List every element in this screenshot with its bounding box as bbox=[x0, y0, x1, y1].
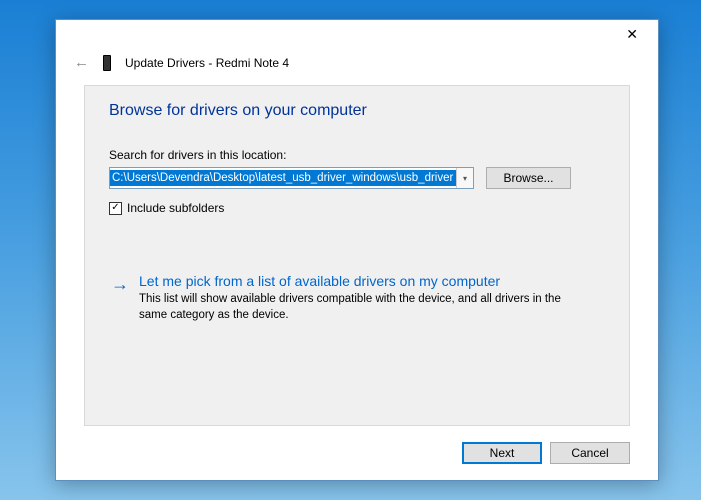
pick-title: Let me pick from a list of available dri… bbox=[139, 273, 579, 289]
arrow-right-icon: → bbox=[111, 273, 129, 323]
path-value[interactable]: C:\Users\Devendra\Desktop\latest_usb_dri… bbox=[110, 170, 456, 186]
cancel-button[interactable]: Cancel bbox=[550, 442, 630, 464]
header-row: ← Update Drivers - Redmi Note 4 bbox=[56, 48, 658, 85]
next-button[interactable]: Next bbox=[462, 442, 542, 464]
search-label: Search for drivers in this location: bbox=[109, 148, 605, 162]
include-subfolders-row[interactable]: ✓ Include subfolders bbox=[109, 201, 605, 215]
close-icon[interactable]: ✕ bbox=[616, 23, 648, 45]
dialog-window: ✕ ← Update Drivers - Redmi Note 4 Browse… bbox=[55, 19, 659, 481]
pick-description: This list will show available drivers co… bbox=[139, 291, 579, 323]
path-row: C:\Users\Devendra\Desktop\latest_usb_dri… bbox=[109, 167, 605, 189]
browse-button[interactable]: Browse... bbox=[486, 167, 571, 189]
content-panel: Browse for drivers on your computer Sear… bbox=[84, 85, 630, 426]
page-heading: Browse for drivers on your computer bbox=[109, 102, 605, 120]
button-row: Next Cancel bbox=[56, 434, 658, 480]
chevron-down-icon[interactable]: ▾ bbox=[456, 168, 473, 188]
pick-from-list-option[interactable]: → Let me pick from a list of available d… bbox=[109, 265, 605, 331]
path-combobox[interactable]: C:\Users\Devendra\Desktop\latest_usb_dri… bbox=[109, 167, 474, 189]
window-title: Update Drivers - Redmi Note 4 bbox=[125, 56, 289, 70]
pick-text-block: Let me pick from a list of available dri… bbox=[139, 273, 579, 323]
device-icon bbox=[103, 55, 111, 71]
back-arrow-icon[interactable]: ← bbox=[70, 52, 93, 73]
checkbox-icon[interactable]: ✓ bbox=[109, 202, 122, 215]
titlebar: ✕ bbox=[56, 20, 658, 48]
include-subfolders-label: Include subfolders bbox=[127, 201, 224, 215]
